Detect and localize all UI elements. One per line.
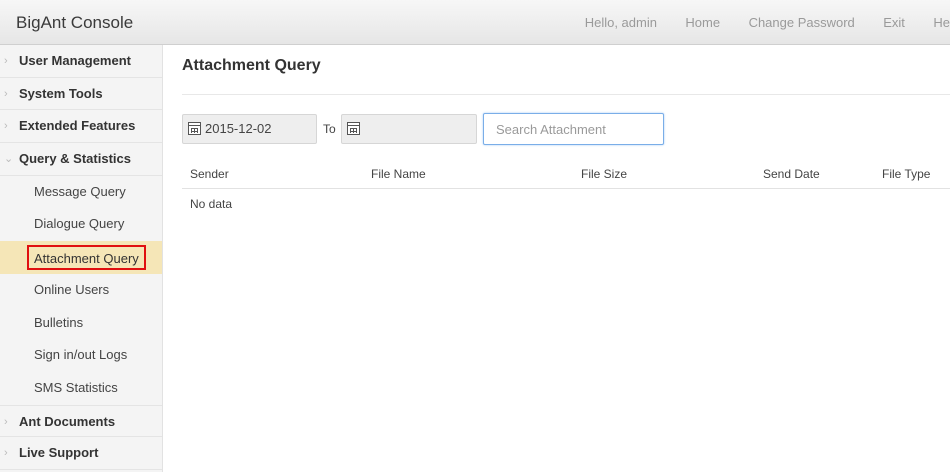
sidebar-subitem-label: SMS Statistics xyxy=(34,379,118,395)
sidebar-subitem-label: Dialogue Query xyxy=(34,216,125,232)
calendar-icon xyxy=(347,122,360,135)
column-header-file-name[interactable]: File Name xyxy=(371,159,426,189)
sidebar-item-label: Extended Features xyxy=(19,118,136,134)
sidebar-item-system-tools[interactable]: › System Tools xyxy=(0,78,162,111)
sidebar-item-query-statistics[interactable]: ⌄ Query & Statistics xyxy=(0,143,162,176)
table-header: Sender File Name File Size Send Date Fil… xyxy=(182,159,950,189)
greeting-text: Hello, admin xyxy=(584,15,657,30)
sidebar-item-label: User Management xyxy=(19,53,131,68)
sidebar-item-live-support[interactable]: › Live Support xyxy=(0,437,162,470)
sidebar-item-label: System Tools xyxy=(19,85,103,101)
chevron-right-icon: › xyxy=(4,87,8,100)
sidebar-subitem-sign-in-out-logs[interactable]: Sign in/out Logs xyxy=(0,339,162,372)
to-date-field[interactable] xyxy=(341,114,477,144)
column-header-file-type[interactable]: File Type xyxy=(882,159,930,189)
sidebar-subitem-sms-statistics[interactable]: SMS Statistics xyxy=(0,372,162,405)
sidebar: › User Management › System Tools › Exten… xyxy=(0,45,163,472)
chevron-right-icon: › xyxy=(4,415,8,428)
sidebar-subitem-label: Bulletins xyxy=(34,314,84,330)
sidebar-subitem-label: Sign in/out Logs xyxy=(34,347,128,363)
calendar-icon xyxy=(188,122,201,135)
sidebar-subitem-attachment-query[interactable]: Attachment Query xyxy=(0,241,162,274)
column-header-send-date[interactable]: Send Date xyxy=(763,159,820,189)
sidebar-subitem-dialogue-query[interactable]: Dialogue Query xyxy=(0,208,162,241)
from-date-value: 2015-12-02 xyxy=(205,121,272,136)
main-content: Attachment Query 2015-12-02 To Sender Fi… xyxy=(163,45,950,472)
sidebar-subitem-label: Online Users xyxy=(34,281,110,297)
column-header-sender[interactable]: Sender xyxy=(190,159,229,189)
empty-table-message: No data xyxy=(190,197,233,211)
sidebar-item-user-management[interactable]: › User Management xyxy=(0,45,162,78)
nav-home-link[interactable]: Home xyxy=(685,0,720,45)
nav-change-password-link[interactable]: Change Password xyxy=(749,0,855,45)
top-nav: Hello, admin Home Change Password Exit H… xyxy=(561,0,950,45)
sidebar-item-label: Query & Statistics xyxy=(19,151,131,167)
chevron-right-icon: › xyxy=(4,447,8,460)
column-header-file-size[interactable]: File Size xyxy=(581,159,627,189)
sidebar-item-ant-documents[interactable]: › Ant Documents xyxy=(0,404,162,438)
divider xyxy=(182,94,950,95)
sidebar-subitem-online-users[interactable]: Online Users xyxy=(0,274,162,307)
sidebar-item-label: Live Support xyxy=(19,445,99,461)
sidebar-subitem-message-query[interactable]: Message Query xyxy=(0,176,162,209)
sidebar-subitem-label: Attachment Query xyxy=(27,245,146,271)
chevron-right-icon: › xyxy=(4,55,8,67)
page-title: Attachment Query xyxy=(182,57,321,74)
chevron-down-icon: ⌄ xyxy=(4,153,14,166)
to-label: To xyxy=(323,122,336,136)
nav-exit-link[interactable]: Exit xyxy=(883,0,905,45)
sidebar-subitem-bulletins[interactable]: Bulletins xyxy=(0,307,162,340)
sidebar-item-label: Ant Documents xyxy=(19,413,116,429)
top-bar: BigAnt Console Hello, admin Home Change … xyxy=(0,0,950,45)
nav-help-link[interactable]: He xyxy=(933,0,950,45)
sidebar-subitem-label: Message Query xyxy=(34,183,126,199)
sidebar-item-extended-features[interactable]: › Extended Features xyxy=(0,110,162,144)
chevron-right-icon: › xyxy=(4,120,8,133)
search-attachment-input[interactable] xyxy=(483,113,664,145)
app-title: BigAnt Console xyxy=(16,13,134,32)
from-date-field[interactable]: 2015-12-02 xyxy=(182,114,317,144)
